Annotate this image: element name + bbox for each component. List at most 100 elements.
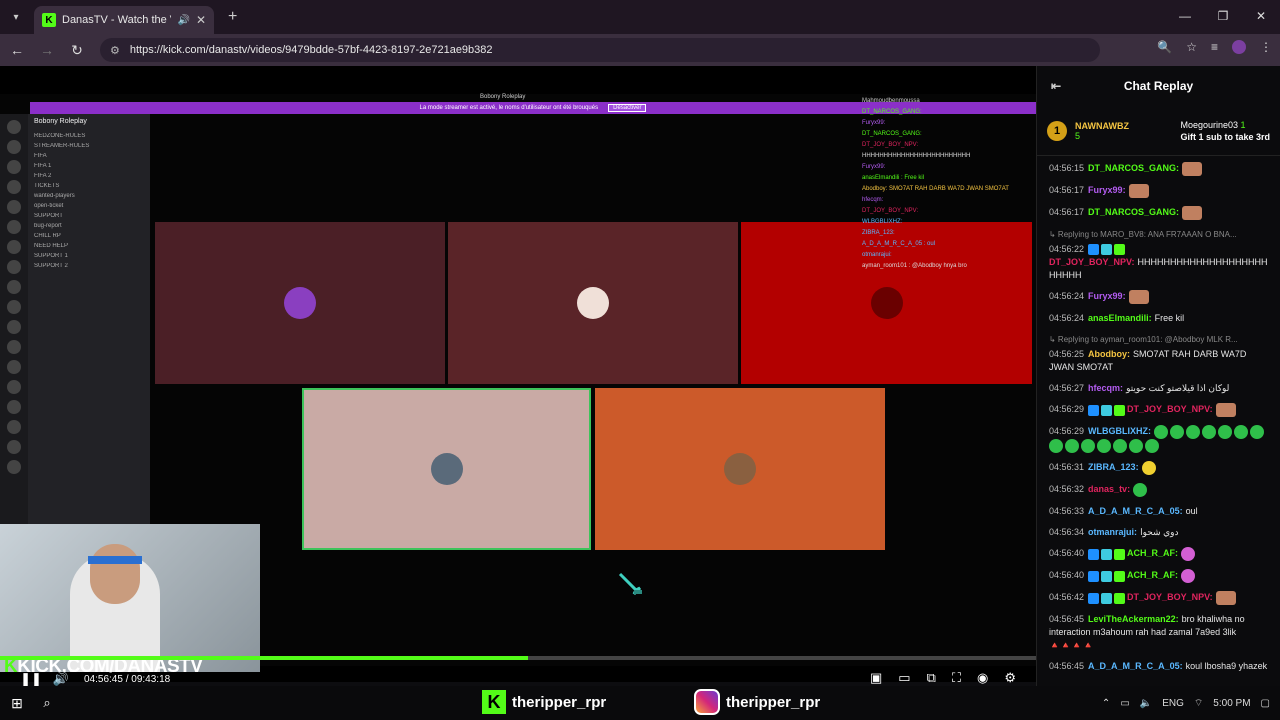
system-tray: ⌃ ▭ 🔈 ENG ⌔ 5:00 PM ▢ xyxy=(1102,686,1270,720)
speaker-icon[interactable]: 🔈 xyxy=(1140,698,1152,709)
network-icon[interactable]: ▭ xyxy=(1120,698,1129,709)
url-field[interactable]: ⚙ https://kick.com/danastv/videos/9479bd… xyxy=(100,38,1100,62)
chat-message: 04:56:33 A_D_A_M_R_C_A_05: oul xyxy=(1049,505,1272,518)
overlay-chat-line: DT_JOY_BOY_NPV: xyxy=(862,142,919,148)
bookmark-star-icon[interactable]: ☆ xyxy=(1186,40,1197,54)
back-icon[interactable]: ← xyxy=(4,42,30,58)
chat-message: 04:56:40 ACH_R_AF: xyxy=(1049,569,1272,583)
emote-icon xyxy=(1154,425,1169,439)
message-username[interactable]: DT_JOY_BOY_NPV: xyxy=(1127,592,1213,602)
new-tab-button[interactable]: + xyxy=(228,8,237,26)
message-username[interactable]: DT_JOY_BOY_NPV: xyxy=(1049,257,1135,267)
overlay-chat-line: Mahmoudbenmoussa xyxy=(862,98,920,104)
active-tab[interactable]: K DanasTV - Watch the VOD 🔊 ✕ xyxy=(34,6,214,34)
overlay-chat-line: ayman_room101 : @Abodboy hnya bro xyxy=(862,263,967,269)
user-badge-icon xyxy=(1114,548,1126,560)
reply-context[interactable]: ↳ Replying to MARO_BV8: ANA FR7AAAN O BN… xyxy=(1049,228,1272,241)
chat-message: 04:56:17 DT_NARCOS_GANG: xyxy=(1049,206,1272,220)
emote-icon xyxy=(1049,439,1063,453)
message-username[interactable]: DT_NARCOS_GANG: xyxy=(1088,207,1179,217)
profile-avatar[interactable] xyxy=(1232,40,1246,54)
chat-message: 04:56:31 ZIBRA_123: xyxy=(1049,461,1272,475)
message-username[interactable]: A_D_A_M_R_C_A_05: xyxy=(1088,661,1183,671)
player-right-controls: ▣ ▭ ⧉ ⛶ ◉ ⚙ xyxy=(870,670,1016,686)
user-badge-icon xyxy=(1101,404,1113,416)
notifications-icon[interactable]: ▢ xyxy=(1261,698,1270,709)
message-timestamp: 04:56:27 xyxy=(1049,383,1085,393)
site-info-icon[interactable]: ⚙ xyxy=(110,44,120,57)
channel-item: open-ticket xyxy=(34,203,64,209)
fullscreen-icon[interactable]: ⛶ xyxy=(952,670,961,686)
voice-tile-speaking xyxy=(302,388,591,550)
pinned-gifters: 1 NAWNAWBZ 5 Moegourine03 1 Gift 1 sub t… xyxy=(1037,106,1280,156)
restore-icon[interactable]: ❐ xyxy=(1204,0,1242,32)
voice-tile xyxy=(155,222,445,384)
pip-icon[interactable]: ⧉ xyxy=(927,670,936,686)
message-username[interactable]: hfecqm: xyxy=(1088,383,1123,393)
chat-message-list[interactable]: 04:56:15 DT_NARCOS_GANG: 04:56:17 Furyx99: 0… xyxy=(1037,156,1280,673)
channel-item: STREAMER-RULES xyxy=(34,143,90,149)
message-timestamp: 04:56:17 xyxy=(1049,207,1085,218)
participant-avatar xyxy=(430,453,463,485)
chat-message: 04:56:32 danas_tv: xyxy=(1049,483,1272,497)
language-indicator[interactable]: ENG xyxy=(1162,698,1184,709)
message-username[interactable]: otmanrajui: xyxy=(1088,527,1137,537)
participant-avatar xyxy=(724,453,756,485)
clip-icon[interactable]: ▣ xyxy=(870,670,882,686)
chat-message: 04:56:29 DT_JOY_BOY_NPV: xyxy=(1049,403,1272,417)
message-username[interactable]: Furyx99: xyxy=(1088,291,1126,301)
forward-icon[interactable]: → xyxy=(34,42,60,58)
media-controls-icon[interactable]: ≡ xyxy=(1211,40,1218,54)
message-username[interactable]: ZIBRA_123: xyxy=(1088,462,1139,472)
windows-start-icon[interactable]: ⊞ xyxy=(2,695,32,712)
emote-icon xyxy=(1186,425,1201,439)
message-username[interactable]: DT_NARCOS_GANG: xyxy=(1088,163,1179,173)
close-tab-icon[interactable]: ✕ xyxy=(196,13,206,27)
message-username[interactable]: Furyx99: xyxy=(1088,185,1126,195)
pause-icon[interactable]: ❚❚ xyxy=(16,671,46,687)
taskbar-search-icon[interactable]: ⌕ xyxy=(32,695,62,711)
message-username[interactable]: A_D_A_M_R_C_A_05: xyxy=(1088,506,1183,516)
message-username[interactable]: DT_JOY_BOY_NPV: xyxy=(1127,404,1213,414)
top-gifter-name[interactable]: NAWNAWBZ xyxy=(1075,121,1129,131)
gifter-name[interactable]: Moegourine03 xyxy=(1180,120,1238,130)
message-username[interactable]: WLBGBLIXHZ: xyxy=(1088,426,1151,436)
emote-icon xyxy=(1128,184,1149,198)
settings-gear-icon[interactable]: ⚙ xyxy=(1004,670,1016,686)
instagram-logo-icon xyxy=(694,689,720,715)
message-username[interactable]: danas_tv: xyxy=(1088,484,1130,494)
minimize-icon[interactable]: — xyxy=(1166,0,1204,32)
video-player[interactable]: Bobony Roleplay La mode streamer est act… xyxy=(0,66,1036,694)
clock[interactable]: 5:00 PM xyxy=(1213,698,1250,709)
zoom-icon[interactable]: 🔍 xyxy=(1157,40,1172,54)
message-username[interactable]: Abodboy: xyxy=(1088,349,1130,359)
tab-search-icon[interactable]: ▾ xyxy=(6,7,26,27)
message-username[interactable]: ACH_R_AF: xyxy=(1127,570,1178,580)
reload-icon[interactable]: ↻ xyxy=(64,42,90,59)
message-timestamp: 04:56:29 xyxy=(1049,404,1085,415)
quality-icon[interactable]: ◉ xyxy=(977,670,988,686)
close-window-icon[interactable]: ✕ xyxy=(1242,0,1280,32)
wifi-icon[interactable]: ⌔ xyxy=(1194,697,1203,710)
message-username[interactable]: ACH_R_AF: xyxy=(1127,548,1178,558)
message-text: koul lbosha9 yhazek xyxy=(1185,661,1268,671)
message-username[interactable]: LeviTheAckerman22: xyxy=(1088,614,1179,624)
user-badge-icon xyxy=(1088,592,1100,604)
audio-icon[interactable]: 🔊 xyxy=(177,15,189,26)
collapse-chat-icon[interactable]: ⇤ xyxy=(1051,79,1061,93)
chat-message: 04:56:45 A_D_A_M_R_C_A_05: koul lbosha9 yh… xyxy=(1049,660,1272,673)
browser-menu-icon[interactable]: ⋮ xyxy=(1260,40,1272,54)
message-username[interactable]: anasElmandili: xyxy=(1088,313,1152,323)
tray-chevron-icon[interactable]: ⌃ xyxy=(1102,698,1110,709)
overlay-chat-line: DT_JOY_BOY_NPV: xyxy=(862,208,919,214)
theatre-mode-icon[interactable]: ▭ xyxy=(898,670,910,686)
window-controls: — ❐ ✕ xyxy=(1166,0,1280,32)
discord-window-title: Bobony Roleplay xyxy=(480,94,526,100)
channel-item: SUPPORT xyxy=(34,213,63,219)
channel-item: NEED HELP xyxy=(34,243,69,249)
chat-message: 04:56:15 DT_NARCOS_GANG: xyxy=(1049,162,1272,176)
volume-icon[interactable]: 🔊 xyxy=(46,671,76,687)
reply-context[interactable]: ↳ Replying to ayman_room101: @Abodboy ML… xyxy=(1049,333,1272,346)
gift-sub-prompt[interactable]: Gift 1 sub to take 3rd xyxy=(1180,132,1270,142)
seek-bar[interactable] xyxy=(0,656,1036,660)
